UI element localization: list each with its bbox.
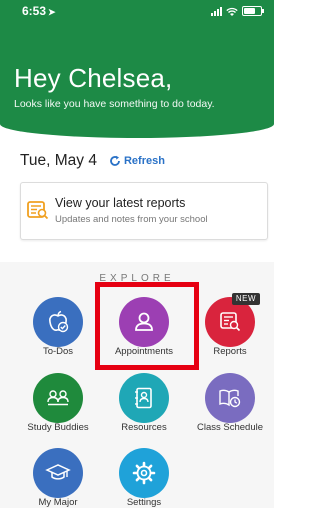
address-book-icon	[135, 387, 152, 409]
latest-reports-card[interactable]: View your latest reports Updates and not…	[20, 182, 268, 240]
tile-settings-circle	[119, 448, 169, 498]
tile-study-buddies[interactable]: Study Buddies	[22, 373, 94, 437]
tile-resources-label: Resources	[121, 422, 167, 433]
tile-to-dos-circle	[33, 297, 83, 347]
refresh-button[interactable]: Refresh	[109, 155, 165, 167]
tile-to-dos[interactable]: To-Dos	[22, 297, 94, 361]
greeting-title: Hey Chelsea,	[14, 63, 173, 93]
group-icon	[47, 390, 69, 406]
status-bar: 6:53 ➤	[0, 0, 274, 22]
wifi-icon	[226, 7, 238, 16]
apple-check-icon	[49, 310, 69, 333]
tile-to-dos-label: To-Dos	[42, 346, 74, 357]
tile-settings[interactable]: Settings	[108, 448, 180, 512]
tile-my-major-label: My Major	[38, 497, 78, 508]
tile-my-major[interactable]: My Major	[22, 448, 94, 512]
tile-class-schedule[interactable]: Class Schedule	[194, 373, 266, 437]
location-arrow-icon: ➤	[48, 7, 56, 17]
tile-class-schedule-circle	[205, 373, 255, 423]
battery-icon	[242, 6, 264, 16]
highlight-box	[95, 282, 199, 370]
refresh-icon	[110, 155, 120, 166]
date-row: Tue, May 4 Refresh	[20, 152, 165, 170]
status-time: 6:53 ➤	[22, 4, 56, 18]
card-title: View your latest reports	[55, 196, 186, 210]
tile-class-schedule-label: Class Schedule	[196, 422, 263, 433]
tile-resources-circle	[119, 373, 169, 423]
book-clock-icon	[219, 389, 241, 408]
new-badge: NEW	[232, 293, 260, 305]
tile-resources[interactable]: Resources	[108, 373, 180, 437]
greeting-subtitle: Looks like you have something to do toda…	[14, 98, 215, 110]
gear-icon	[132, 461, 156, 485]
graduation-cap-icon	[45, 464, 71, 480]
tile-settings-label: Settings	[126, 497, 162, 508]
status-indicators	[211, 6, 264, 16]
header-banner: 6:53 ➤ Hey Chelsea, Looks like you have s…	[0, 0, 274, 138]
tile-my-major-circle	[33, 448, 83, 498]
tile-study-buddies-label: Study Buddies	[27, 422, 89, 433]
status-time-text: 6:53	[22, 4, 47, 18]
tile-reports[interactable]: Reports	[194, 297, 266, 361]
report-icon	[220, 312, 241, 332]
refresh-label: Refresh	[123, 155, 165, 167]
signal-icon	[211, 6, 222, 16]
card-subtitle: Updates and notes from your school	[55, 214, 208, 225]
tile-study-buddies-circle	[33, 373, 83, 423]
report-icon	[27, 201, 49, 220]
current-date: Tue, May 4	[20, 152, 97, 169]
